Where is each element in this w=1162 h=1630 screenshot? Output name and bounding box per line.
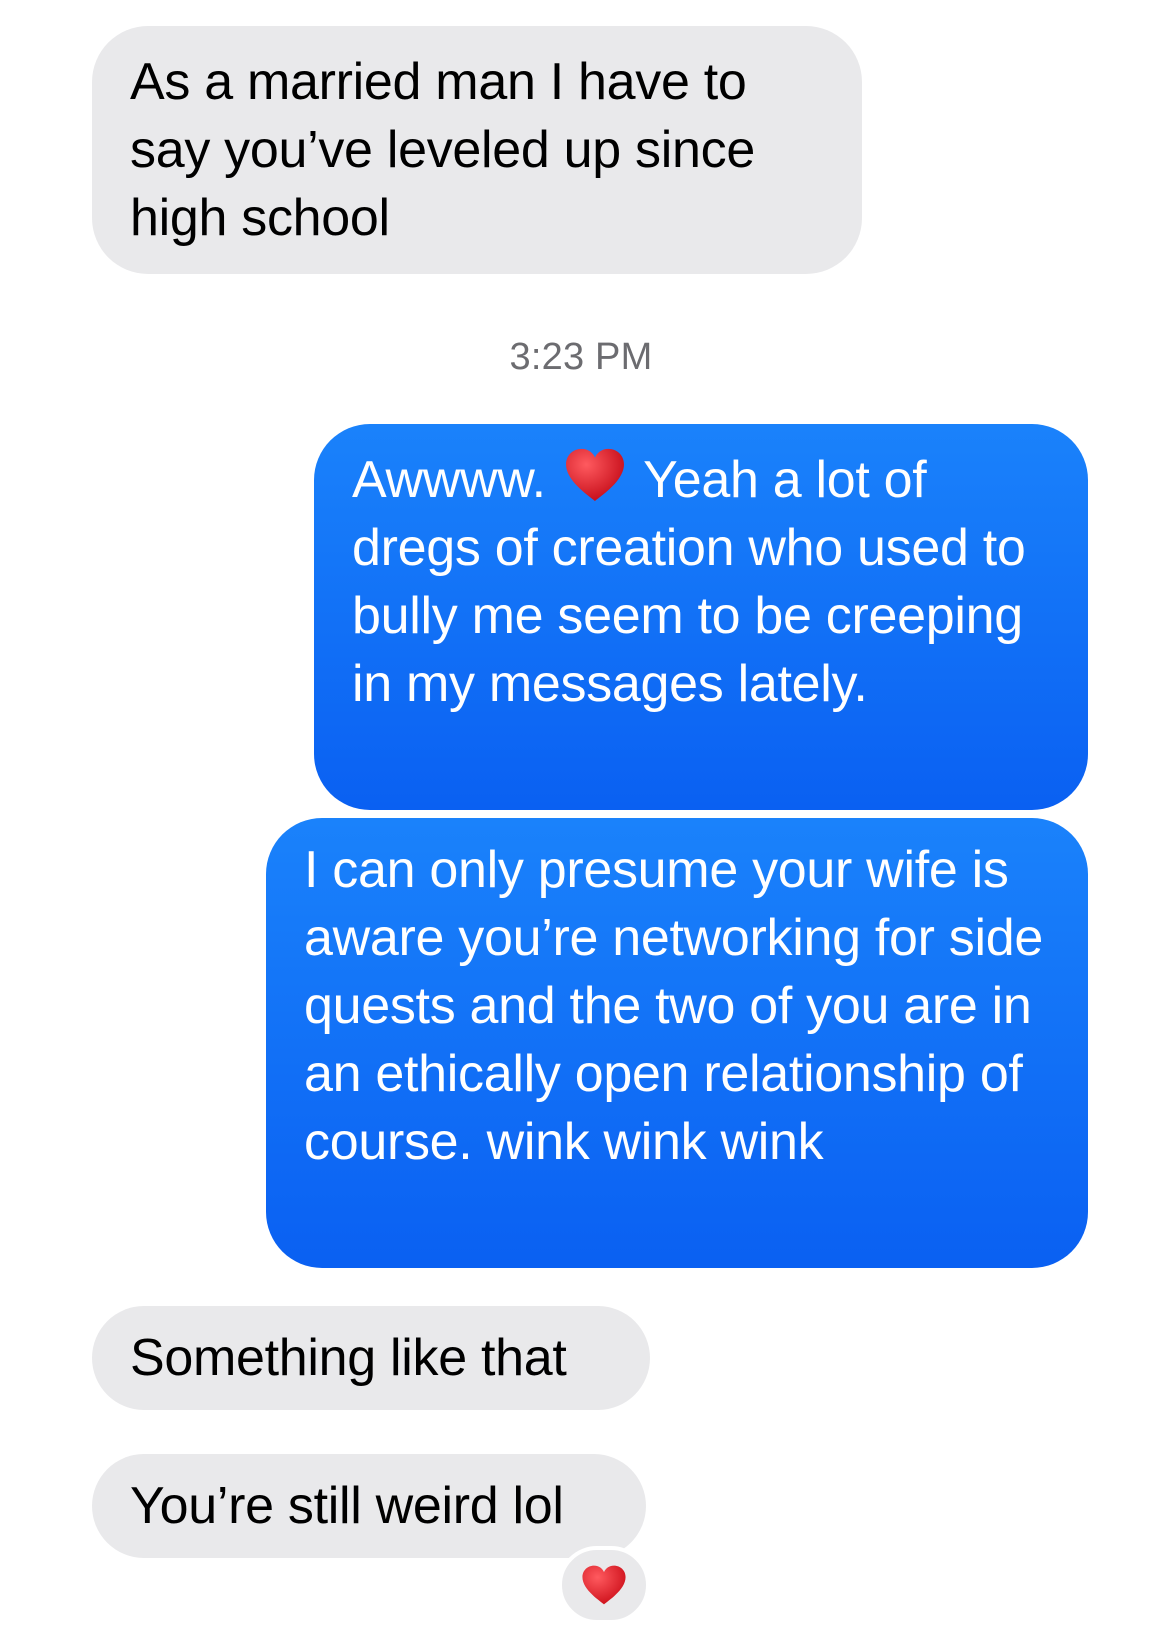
message-text: As a married man I have to say you’ve le… — [130, 53, 755, 247]
incoming-message-bubble[interactable]: You’re still weird lol — [92, 1454, 646, 1558]
timestamp: 3:23 PM — [509, 336, 653, 378]
message-text: Awwww. — [352, 451, 546, 509]
incoming-message-bubble[interactable]: As a married man I have to say you’ve le… — [92, 26, 862, 274]
incoming-message-bubble[interactable]: Something like that — [92, 1306, 650, 1410]
outgoing-message-bubble[interactable]: Awwww. Yeah a lot of dregs of creation w… — [314, 424, 1088, 810]
heart-reaction-badge[interactable] — [558, 1546, 650, 1624]
heart-emoji-icon — [565, 448, 624, 502]
message-text: I can only presume your wife is aware yo… — [304, 841, 1043, 1171]
message-thread: As a married man I have to say you’ve le… — [0, 0, 1162, 1630]
heart-icon — [582, 1565, 626, 1605]
message-text: You’re still weird lol — [130, 1477, 564, 1535]
message-text: Something like that — [130, 1329, 567, 1387]
outgoing-message-bubble[interactable]: I can only presume your wife is aware yo… — [266, 818, 1088, 1268]
